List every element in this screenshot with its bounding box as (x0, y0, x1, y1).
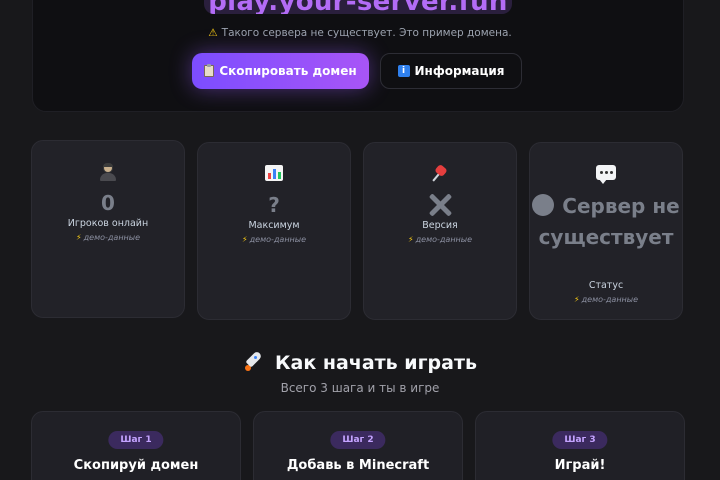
step-badge: Шаг 3 (552, 431, 608, 449)
stat-value: 0 (101, 191, 115, 215)
server-domain-pill: play.your-server.fun (204, 0, 512, 14)
stat-label: Версия (422, 220, 458, 231)
step-title: Играй! (554, 458, 606, 473)
stat-card-players-online: 0 Игроков онлайн ⚡ демо-данные (31, 140, 185, 318)
info-icon: i (397, 65, 410, 77)
step-card-2: Шаг 2 Добавь в Minecraft (253, 411, 463, 480)
rocket-icon (243, 350, 265, 372)
step-badge: Шаг 2 (330, 431, 386, 449)
section-subtitle: Всего 3 шага и ты в игре (280, 381, 440, 395)
page: play.your-server.fun ⚠Такого сервера не … (0, 0, 720, 480)
lightning-icon: ⚡ (407, 235, 414, 244)
lightning-icon: ⚡ (241, 235, 248, 244)
person-icon (99, 163, 117, 181)
copy-domain-button[interactable]: Скопировать домен (192, 53, 369, 89)
warning-text: Такого сервера не существует. Это пример… (221, 27, 512, 39)
bar-chart-icon (265, 165, 283, 181)
stat-card-version: Версия ⚡ демо-данные (363, 142, 517, 320)
step-card-1: Шаг 1 Скопируй домен (31, 411, 241, 480)
section-title: Как начать играть (0, 350, 720, 374)
step-title: Скопируй домен (73, 458, 199, 473)
server-domain: play.your-server.fun (208, 0, 507, 14)
clipboard-icon (204, 64, 215, 77)
warning-note: ⚠ Такого сервера не существует. Это приме… (0, 27, 720, 39)
pushpin-icon (431, 163, 449, 183)
stat-label: Максимум (248, 220, 300, 231)
demo-data-note: ⚡ демо-данные (407, 235, 473, 244)
info-button[interactable]: i Информация (380, 53, 522, 89)
step-badge: Шаг 1 (108, 431, 164, 449)
status-dot-icon (532, 194, 555, 216)
stat-value: ? (268, 193, 280, 217)
status-value: Сервер не существует (530, 191, 682, 253)
stat-value-x-mark (364, 193, 516, 219)
warning-icon: ⚠ (208, 27, 218, 39)
stat-card-status: Сервер не существует Статус ⚡ демо-данные (529, 142, 683, 320)
stat-label: Игроков онлайн (67, 218, 149, 229)
lightning-icon: ⚡ (573, 295, 580, 304)
copy-domain-label: Скопировать домен (219, 64, 357, 78)
stat-label: Статус (588, 280, 624, 291)
chat-bubble-icon (596, 165, 616, 184)
demo-data-note: ⚡ демо-данные (573, 295, 639, 304)
info-button-label: Информация (414, 64, 505, 78)
lightning-icon: ⚡ (75, 233, 82, 242)
step-title: Добавь в Minecraft (286, 458, 430, 473)
step-card-3: Шаг 3 Играй! (475, 411, 685, 480)
demo-data-note: ⚡ демо-данные (75, 233, 141, 242)
stat-card-max-players: ? Максимум ⚡ демо-данные (197, 142, 351, 320)
demo-data-note: ⚡ демо-данные (241, 235, 307, 244)
